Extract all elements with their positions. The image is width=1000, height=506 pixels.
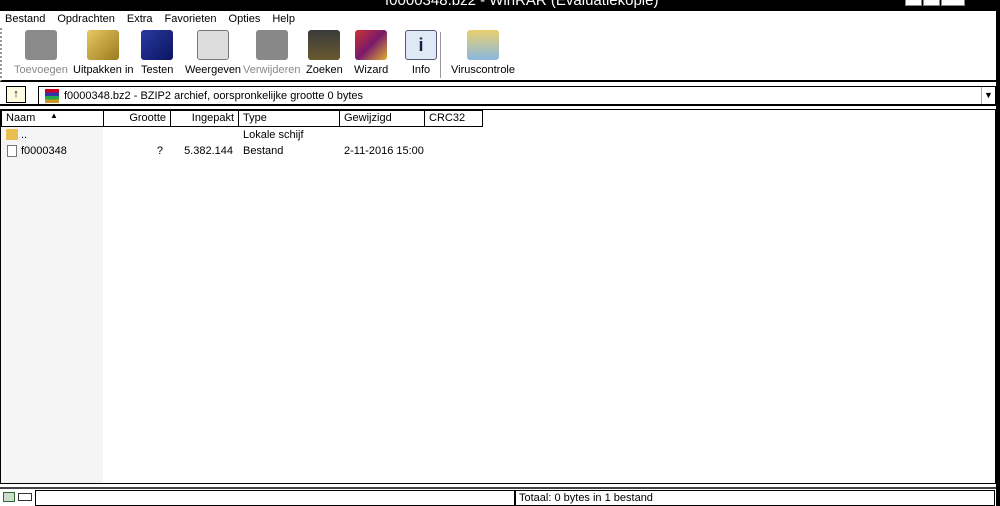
testen-button[interactable]: Testen (141, 30, 173, 76)
table-row[interactable]: .. Lokale schijf (1, 127, 995, 143)
row-type: Lokale schijf (243, 129, 304, 141)
sort-ascending-icon: ▲ (50, 111, 58, 120)
zoeken-button[interactable]: Zoeken (306, 30, 343, 76)
test-icon (141, 30, 174, 60)
extract-icon (87, 30, 120, 60)
file-list: Naam ▲ Grootte Ingepakt Type Gewijzigd CR… (0, 109, 996, 484)
wizard-icon (355, 30, 388, 60)
status-bar: Totaal: 0 bytes in 1 bestand (0, 487, 1000, 506)
button-label: Zoeken (306, 64, 343, 76)
button-label: Uitpakken in (73, 64, 134, 76)
add-archive-icon (24, 30, 57, 60)
row-name: f0000348 (21, 145, 67, 157)
button-label: Verwijderen (243, 64, 301, 76)
row-name: .. (21, 129, 28, 141)
folder-icon (6, 129, 18, 140)
drive-icon (3, 492, 15, 502)
info-icon: i (405, 30, 437, 60)
delete-icon (255, 30, 288, 60)
button-label: Testen (141, 64, 174, 76)
column-header-type[interactable]: Type (238, 110, 340, 127)
window-border (996, 0, 1000, 506)
menu-extra[interactable]: Extra (127, 11, 153, 28)
row-modified: 2-11-2016 15:00 (344, 145, 424, 157)
minimize-button[interactable] (905, 0, 922, 6)
close-button[interactable] (941, 0, 965, 6)
find-icon (308, 30, 341, 60)
toolbar-separator (440, 32, 441, 78)
menu-help[interactable]: Help (272, 11, 295, 28)
column-header-grootte[interactable]: Grootte (103, 110, 171, 127)
name-column-shade (1, 127, 103, 483)
menu-opdrachten[interactable]: Opdrachten (57, 11, 114, 28)
wizard-button[interactable]: Wizard (354, 30, 388, 76)
view-icon (197, 30, 230, 60)
column-header-crc32[interactable]: CRC32 (424, 110, 483, 127)
button-label: Viruscontrole (451, 64, 515, 76)
button-label: Weergeven (185, 64, 242, 76)
uitpakken-in-button[interactable]: Uitpakken in (73, 30, 134, 76)
column-header-ingepakt[interactable]: Ingepakt (170, 110, 239, 127)
title-bar: f0000348.bz2 - WinRAR (Evaluatiekopie) (0, 0, 1000, 11)
button-label: Info (411, 64, 431, 76)
verwijderen-button[interactable]: Verwijderen (243, 30, 300, 76)
up-folder-button[interactable]: ↑ (6, 86, 26, 103)
table-row[interactable]: f0000348 ? 5.382.144 Bestand 2-11-2016 1… (1, 143, 995, 159)
row-type: Bestand (243, 145, 284, 157)
column-header-naam[interactable]: Naam ▲ (1, 110, 104, 127)
toolbar: Toevoegen Uitpakken in Testen Weergeven … (0, 28, 996, 82)
header-label: Naam (6, 112, 36, 124)
window-title: f0000348.bz2 - WinRAR (Evaluatiekopie) (385, 0, 659, 9)
virus-scan-icon (467, 30, 499, 60)
button-label: Toevoegen (14, 64, 68, 76)
address-bar: ↑ f0000348.bz2 - BZIP2 archief, oorspron… (0, 84, 996, 106)
menu-opties[interactable]: Opties (229, 11, 261, 28)
row-size: ? (156, 145, 163, 157)
path-text: f0000348.bz2 - BZIP2 archief, oorspronke… (64, 90, 364, 102)
file-icon (7, 145, 17, 157)
rar-archive-icon (45, 89, 59, 103)
weergeven-button[interactable]: Weergeven (185, 30, 241, 76)
menu-bar: Bestand Opdrachten Extra Favorieten Opti… (0, 11, 996, 28)
key-icon (18, 493, 32, 501)
status-total: Totaal: 0 bytes in 1 bestand (515, 490, 995, 506)
info-button[interactable]: i Info (405, 30, 437, 76)
chevron-down-icon[interactable]: ▼ (981, 87, 995, 104)
viruscontrole-button[interactable]: Viruscontrole (451, 30, 515, 76)
toevoegen-button[interactable]: Toevoegen (14, 30, 68, 76)
row-packed: 5.382.144 (184, 145, 233, 157)
menu-favorieten[interactable]: Favorieten (165, 11, 217, 28)
status-selection (35, 490, 515, 506)
column-header-gewijzigd[interactable]: Gewijzigd (339, 110, 425, 127)
maximize-button[interactable] (923, 0, 940, 6)
path-dropdown[interactable]: f0000348.bz2 - BZIP2 archief, oorspronke… (38, 86, 996, 105)
menu-bestand[interactable]: Bestand (5, 11, 45, 28)
button-label: Wizard (354, 64, 389, 76)
